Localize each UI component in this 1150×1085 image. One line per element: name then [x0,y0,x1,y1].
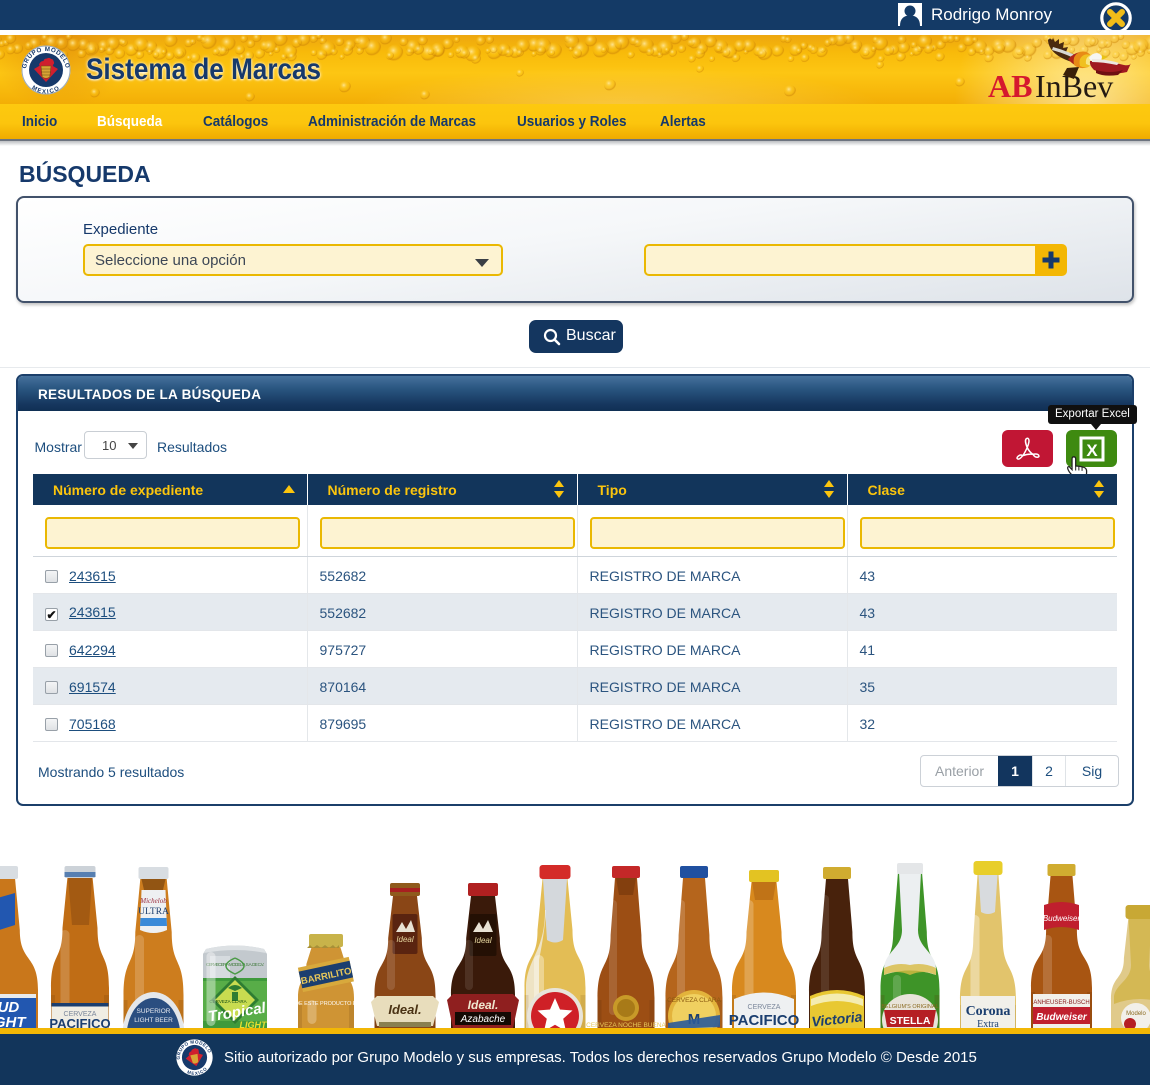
svg-text:ULTRA: ULTRA [138,907,169,917]
svg-text:Ideal.: Ideal. [388,1002,421,1017]
svg-text:Ideal: Ideal [474,936,492,945]
svg-text:BELGIUM'S ORIGINAL: BELGIUM'S ORIGINAL [881,1004,938,1010]
svg-text:STELLA: STELLA [890,1015,931,1027]
svg-text:Michelob: Michelob [139,897,167,905]
svg-text:PACIFICO: PACIFICO [729,1012,800,1029]
svg-text:Azabache: Azabache [460,1014,506,1025]
svg-text:Modelo: Modelo [1126,1011,1146,1017]
svg-text:Ideal.: Ideal. [468,998,499,1012]
svg-text:Corona: Corona [966,1004,1011,1019]
svg-text:Budweiser: Budweiser [1036,1012,1088,1023]
svg-text:Ideal: Ideal [396,935,414,944]
svg-text:Budweiser: Budweiser [1043,914,1081,923]
svg-text:CERVEZA: CERVEZA [748,1004,781,1011]
svg-text:CAMBIE DE ESTE PRODUCTO EL MIS: CAMBIE DE ESTE PRODUCTO EL MISMO [272,1001,380,1007]
svg-text:LIGHT BEER: LIGHT BEER [134,1017,173,1024]
svg-text:CERVEZA CLARA: CERVEZA CLARA [667,997,721,1004]
svg-text:SUPERIOR: SUPERIOR [137,1008,171,1015]
svg-text:ANHEUSER-BUSCH: ANHEUSER-BUSCH [1033,1000,1089,1006]
